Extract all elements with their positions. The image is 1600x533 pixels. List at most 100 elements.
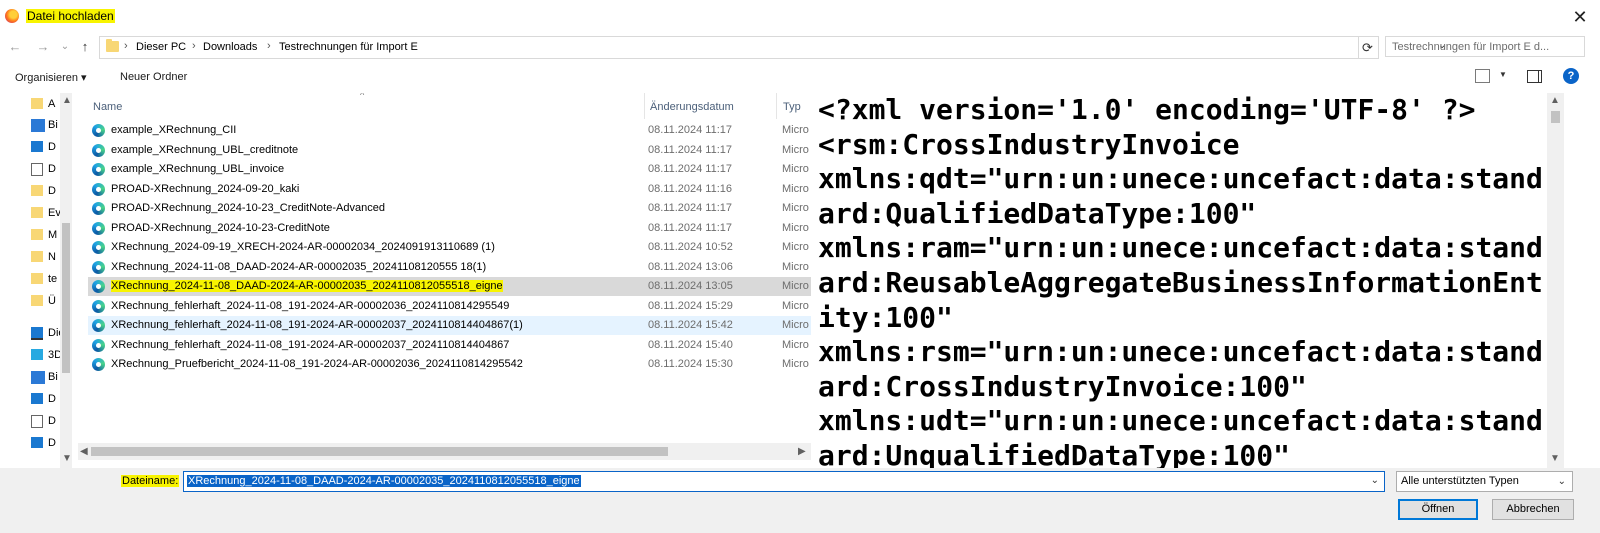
new-folder-button[interactable]: Neuer Ordner (120, 71, 187, 83)
file-row[interactable]: XRechnung_fehlerhaft_2024-11-08_191-2024… (88, 297, 811, 316)
chevron-down-icon: ⌄ (1557, 476, 1566, 487)
column-divider[interactable] (776, 93, 777, 119)
edge-html-file-icon (92, 338, 105, 352)
nav-item-label: Die (48, 327, 60, 339)
title-bar: Datei hochladen ✕ (0, 0, 1600, 33)
nav-scrollbar[interactable]: ▲ ▼ (60, 93, 72, 468)
refresh-icon[interactable]: ⟳ (1357, 36, 1379, 59)
column-header-type[interactable]: Typ (783, 97, 801, 117)
file-name: XRechnung_fehlerhaft_2024-11-08_191-2024… (111, 319, 523, 331)
preview-line: xmlns:rsm="urn:un:unece:uncefact:data:st… (818, 335, 1543, 369)
breadcrumb-current-folder[interactable]: Testrechnungen für Import E (279, 41, 418, 53)
scroll-left-icon[interactable]: ◀ (80, 446, 88, 457)
filename-dropdown-icon[interactable]: ⌄ (1371, 475, 1379, 486)
edge-html-file-icon (92, 319, 105, 332)
preview-line: ard:CrossIndustryInvoice:100" (818, 369, 1307, 403)
file-type: Micro (782, 124, 809, 136)
preview-scroll-thumb[interactable] (1551, 111, 1560, 123)
scroll-up-icon[interactable]: ▲ (62, 95, 72, 106)
file-type: Micro (782, 182, 809, 195)
file-type: Micro (782, 338, 809, 351)
recent-locations-chevron-icon[interactable]: ⌄ (56, 37, 74, 57)
file-row[interactable]: XRechnung_Pruefbericht_2024-11-08_191-20… (88, 355, 811, 374)
pictures-icon (31, 119, 45, 132)
nav-item-label: D (48, 185, 56, 197)
nav-item-label: Bi (48, 119, 58, 131)
file-row[interactable]: XRechnung_2024-11-08_DAAD-2024-AR-000020… (88, 277, 811, 296)
column-divider[interactable] (644, 93, 645, 119)
up-arrow-icon[interactable]: ↑ (76, 37, 94, 57)
filename-value[interactable]: XRechnung_2024-11-08_DAAD-2024-AR-000020… (187, 475, 581, 487)
nav-scroll-thumb[interactable] (62, 223, 70, 373)
file-row[interactable]: XRechnung_2024-09-19_XRECH-2024-AR-00002… (88, 238, 811, 257)
preview-line: ity:100" (818, 300, 953, 334)
cancel-button[interactable]: Abbrechen (1492, 499, 1574, 520)
edge-html-file-icon (92, 182, 105, 196)
folder-icon (31, 251, 43, 262)
file-type: Micro (782, 143, 809, 156)
file-row[interactable]: example_XRechnung_UBL_invoice 08.11.2024 … (88, 160, 811, 179)
file-row[interactable]: PROAD-XRechnung_2024-09-20_kaki 08.11.202… (88, 180, 811, 199)
file-upload-dialog: Datei hochladen ✕ ← → ⌄ ↑ › Dieser PC › … (0, 0, 1600, 533)
edge-html-file-icon (92, 202, 105, 215)
preview-pane-icon[interactable] (1527, 70, 1542, 83)
preview-line: xmlns:udt="urn:un:unece:uncefact:data:st… (818, 404, 1543, 438)
scroll-right-icon[interactable]: ▶ (798, 446, 806, 457)
folder-icon (31, 98, 43, 109)
view-options-icon[interactable] (1475, 69, 1490, 83)
edge-html-file-icon (92, 124, 105, 137)
back-arrow-icon[interactable]: ← (6, 37, 24, 57)
column-header-name[interactable]: Name (93, 97, 122, 117)
edge-html-file-icon (92, 280, 105, 293)
preview-line: ard:UnqualifiedDataType:100" (818, 438, 1291, 468)
horizontal-scrollbar[interactable]: ◀ ▶ (78, 443, 811, 460)
horizontal-scroll-thumb[interactable] (91, 447, 668, 456)
folder-icon (106, 39, 119, 52)
nav-item-label: 3D (48, 349, 60, 361)
preview-scrollbar[interactable]: ▲ ▼ (1547, 93, 1564, 468)
file-row[interactable]: XRechnung_fehlerhaft_2024-11-08_191-2024… (88, 316, 811, 335)
file-name: XRechnung_fehlerhaft_2024-11-08_191-2024… (111, 338, 510, 351)
organize-label: Organisieren (15, 72, 78, 84)
view-dropdown-icon[interactable]: ▼ (1499, 70, 1507, 79)
file-row[interactable]: example_XRechnung_UBL_creditnote 08.11.20… (88, 141, 811, 160)
file-row[interactable]: XRechnung_2024-11-08_DAAD-2024-AR-000020… (88, 258, 811, 277)
file-type: Micro (782, 319, 809, 331)
file-row[interactable]: example_XRechnung_CII 08.11.2024 11:17 Mic… (88, 121, 811, 140)
open-button[interactable]: Öffnen (1398, 499, 1478, 520)
file-name: XRechnung_fehlerhaft_2024-11-08_191-2024… (111, 299, 510, 312)
forward-arrow-icon[interactable]: → (34, 37, 52, 57)
nav-item-label: Bi (48, 371, 58, 383)
filename-input[interactable]: XRechnung_2024-11-08_DAAD-2024-AR-000020… (183, 471, 1385, 492)
address-bar[interactable]: › Dieser PC › Downloads › Testrechnungen… (99, 36, 1446, 59)
edge-html-file-icon (92, 163, 105, 176)
column-header-date[interactable]: Änderungsdatum (650, 97, 734, 117)
file-row[interactable]: PROAD-XRechnung_2024-10-23_CreditNote-Ad… (88, 199, 811, 218)
filetype-select[interactable]: Alle unterstützten Typen ⌄ (1396, 471, 1573, 492)
file-name: XRechnung_2024-11-08_DAAD-2024-AR-000020… (111, 280, 503, 292)
file-date: 08.11.2024 11:17 (648, 202, 733, 214)
scroll-down-icon[interactable]: ▼ (62, 453, 72, 464)
scroll-up-icon[interactable]: ▲ (1550, 95, 1560, 106)
file-type: Micro (782, 280, 809, 292)
breadcrumb-this-pc[interactable]: Dieser PC (136, 41, 186, 53)
help-icon[interactable]: ? (1563, 68, 1579, 84)
command-bar: Organisieren ▾ Neuer Ordner ▼ ? (0, 61, 1600, 93)
folder-icon (31, 295, 43, 306)
file-row[interactable]: XRechnung_fehlerhaft_2024-11-08_191-2024… (88, 336, 811, 355)
search-input[interactable]: Testrechnungen für Import E d... (1385, 36, 1585, 57)
breadcrumb-downloads[interactable]: Downloads (203, 41, 257, 53)
computer-icon (31, 327, 43, 340)
nav-item-label: te (48, 273, 58, 285)
folder-icon (31, 273, 43, 284)
file-type: Micro (782, 202, 809, 214)
document-icon (31, 163, 43, 176)
preview-line: ard:QualifiedDataType:100" (818, 196, 1257, 230)
file-row[interactable]: PROAD-XRechnung_2024-10-23-CreditNote 08.… (88, 219, 811, 238)
close-icon[interactable]: ✕ (1562, 4, 1598, 30)
nav-item-label: Ev (48, 207, 60, 219)
scroll-down-icon[interactable]: ▼ (1550, 453, 1560, 464)
organize-button[interactable]: Organisieren ▾ (15, 71, 87, 84)
3d-objects-icon (31, 349, 43, 360)
dialog-title: Datei hochladen (26, 9, 115, 23)
